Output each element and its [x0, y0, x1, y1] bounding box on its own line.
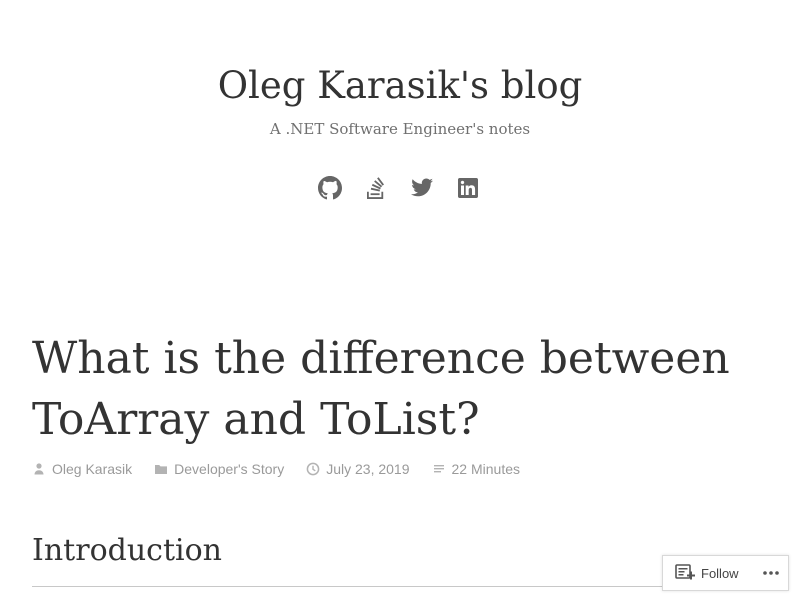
post-title: What is the difference between ToArray a… [32, 333, 730, 445]
linkedin-link[interactable] [456, 176, 482, 202]
twitter-icon [411, 178, 433, 197]
category-link[interactable]: Developer's Story [174, 461, 284, 477]
folder-icon [154, 462, 168, 476]
section-divider [32, 586, 672, 587]
stackoverflow-icon [367, 177, 384, 199]
reading-time: 22 Minutes [451, 461, 520, 477]
date-link[interactable]: July 23, 2019 [326, 461, 409, 477]
more-icon [762, 571, 779, 575]
meta-author: Oleg Karasik [32, 461, 132, 477]
stackoverflow-link[interactable] [364, 176, 390, 202]
author-link[interactable]: Oleg Karasik [52, 461, 132, 477]
twitter-link[interactable] [410, 176, 436, 202]
section-heading: Introduction [32, 533, 222, 568]
reading-time-icon [432, 462, 446, 476]
post-meta: Oleg Karasik Developer's Story July 23, … [32, 459, 542, 479]
linkedin-icon [458, 178, 478, 198]
clock-icon [306, 462, 320, 476]
meta-reading-time: 22 Minutes [432, 461, 520, 477]
reader-follow-icon [675, 564, 695, 582]
site-title[interactable]: Oleg Karasik's blog [0, 62, 800, 110]
user-icon [32, 462, 46, 476]
github-link[interactable] [318, 176, 344, 202]
meta-category: Developer's Story [154, 461, 284, 477]
follow-button[interactable]: Follow [663, 564, 739, 582]
more-options-button[interactable] [761, 563, 781, 583]
meta-date: July 23, 2019 [306, 461, 410, 477]
social-links [318, 176, 482, 202]
github-icon [318, 176, 342, 200]
follow-widget: Follow [662, 555, 789, 591]
follow-label: Follow [701, 565, 739, 581]
site-tagline: A .NET Software Engineer's notes [269, 120, 531, 138]
